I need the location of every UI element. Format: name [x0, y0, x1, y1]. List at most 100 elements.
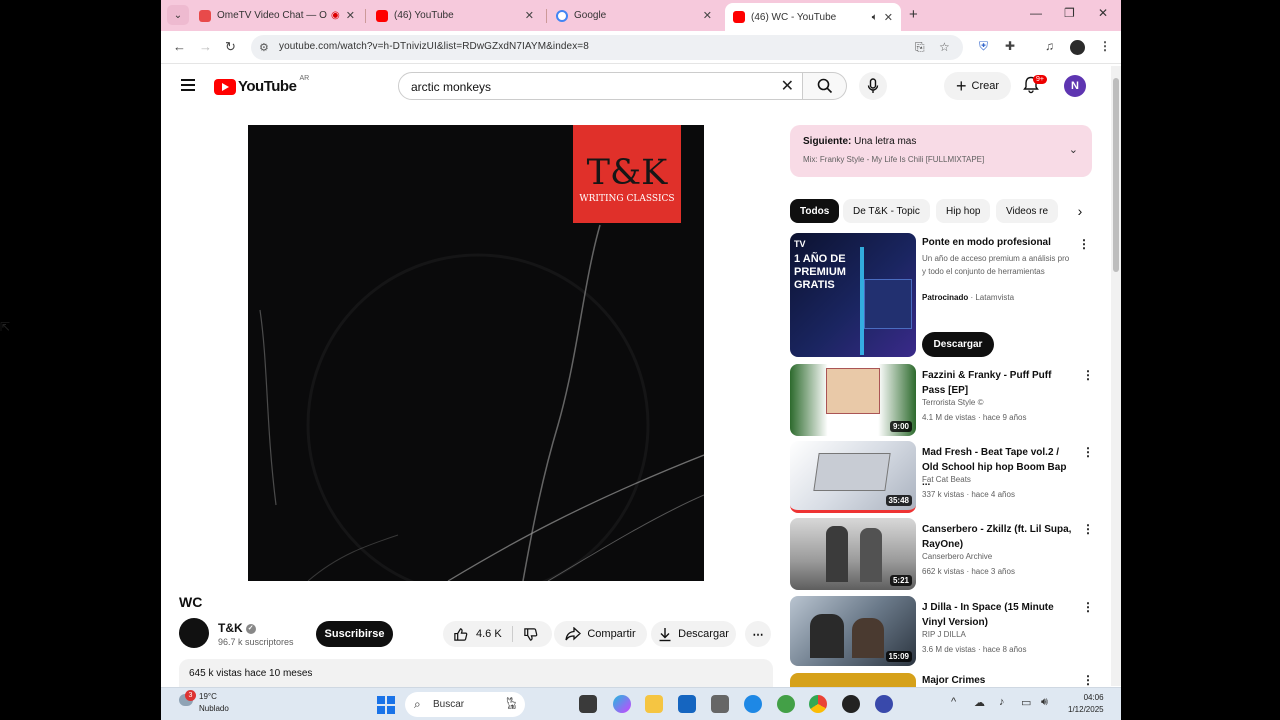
- page-scrollbar[interactable]: [1111, 66, 1121, 686]
- copilot-icon[interactable]: [613, 695, 631, 713]
- site-info-icon[interactable]: ⚙: [259, 41, 269, 54]
- close-icon[interactable]: ✕: [703, 9, 712, 22]
- channel-name[interactable]: T&K: [218, 621, 243, 635]
- bookmark-star-icon[interactable]: ☆: [939, 40, 950, 54]
- share-button[interactable]: Compartir: [554, 621, 647, 647]
- search-button[interactable]: [803, 72, 847, 100]
- sponsored-item[interactable]: TV 1 AÑO DE PREMIUM GRATIS Ponte en modo…: [790, 233, 1090, 361]
- new-tab-button[interactable]: +: [909, 6, 918, 23]
- channel-name-row[interactable]: T&K ✓: [218, 621, 256, 635]
- video-thumbnail[interactable]: 9:00: [790, 364, 916, 436]
- chip-topic[interactable]: De T&K - Topic: [843, 199, 930, 223]
- channel-name[interactable]: Canserbero Archive: [922, 552, 992, 561]
- download-button[interactable]: Descargar: [651, 621, 736, 647]
- video-title[interactable]: Major Crimes: [922, 673, 1072, 687]
- tab-wc-youtube[interactable]: (46) WC - YouTube 🔈︎ ✕: [725, 3, 901, 31]
- list-item[interactable]: 15:09 J Dilla - In Space (15 Minute Viny…: [790, 596, 1094, 668]
- create-button[interactable]: + Crear: [944, 72, 1011, 100]
- profile-avatar[interactable]: [1070, 40, 1085, 55]
- taskbar-search[interactable]: ⌕ Buscar 🦌︎: [405, 692, 525, 717]
- channel-avatar[interactable]: [179, 618, 209, 648]
- search-query[interactable]: arctic monkeys: [411, 80, 491, 94]
- browser-menu-icon[interactable]: ⋮: [1099, 39, 1111, 53]
- system-clock[interactable]: 04:06 1/12/2025: [1068, 692, 1104, 716]
- scrollbar-thumb[interactable]: [1113, 78, 1119, 272]
- list-item[interactable]: 35:48 Mad Fresh - Beat Tape vol.2 / Old …: [790, 441, 1094, 513]
- volume-icon[interactable]: 🔊︎: [1041, 696, 1048, 709]
- task-view-icon[interactable]: [579, 695, 597, 713]
- tab-google[interactable]: Google ✕: [548, 4, 720, 27]
- ad-thumbnail[interactable]: TV 1 AÑO DE PREMIUM GRATIS: [790, 233, 916, 357]
- video-title[interactable]: J Dilla - In Space (15 Minute Vinyl Vers…: [922, 600, 1072, 630]
- ad-title[interactable]: Ponte en modo profesional: [922, 235, 1072, 250]
- edge-icon[interactable]: [744, 695, 762, 713]
- chip-videos[interactable]: Videos re: [996, 199, 1059, 223]
- extensions-puzzle-icon[interactable]: ✚: [1005, 39, 1015, 53]
- video-thumbnail[interactable]: 15:09: [790, 596, 916, 666]
- windows-start-icon[interactable]: [377, 696, 395, 714]
- tab-youtube[interactable]: (46) YouTube ✕: [368, 4, 542, 27]
- video-thumbnail[interactable]: [790, 673, 916, 687]
- back-icon[interactable]: ←: [173, 39, 186, 54]
- more-vertical-icon[interactable]: ⋮: [1078, 237, 1090, 251]
- extension-shield-icon[interactable]: ⛨: [979, 39, 988, 54]
- youtube-logo[interactable]: YouTube AR: [214, 75, 309, 95]
- tab-ometv[interactable]: OmeTV Video Chat — Omegle ◉ ✕: [191, 4, 363, 27]
- channel-name[interactable]: Terrorista Style ©: [922, 398, 983, 407]
- channel-name[interactable]: RIP J DILLA: [922, 630, 966, 639]
- more-vertical-icon[interactable]: ⋮: [1082, 368, 1094, 382]
- dislike-button[interactable]: [513, 627, 548, 642]
- channel-name[interactable]: Fat Cat Beats: [922, 475, 971, 484]
- voice-search-button[interactable]: [859, 72, 887, 100]
- chip-todos[interactable]: Todos: [790, 199, 840, 223]
- more-vertical-icon[interactable]: ⋮: [1082, 673, 1090, 687]
- app-icon[interactable]: [842, 695, 860, 713]
- more-actions-button[interactable]: ⋯: [745, 621, 771, 647]
- video-thumbnail[interactable]: 35:48: [790, 441, 916, 513]
- media-control-icon[interactable]: ♫: [1045, 39, 1054, 53]
- cloud-sync-icon[interactable]: ☁: [974, 696, 985, 709]
- list-item[interactable]: Major Crimes ⋮: [790, 673, 1090, 687]
- ad-download-button[interactable]: Descargar: [922, 332, 994, 357]
- close-window-button[interactable]: ✕: [1098, 6, 1108, 20]
- app-icon[interactable]: [777, 695, 795, 713]
- app-icon[interactable]: [711, 695, 729, 713]
- store-icon[interactable]: [678, 695, 696, 713]
- more-vertical-icon[interactable]: ⋮: [1082, 445, 1094, 459]
- chip-hip-hop[interactable]: Hip hop: [936, 199, 991, 223]
- more-vertical-icon[interactable]: ⋮: [1082, 600, 1094, 614]
- install-app-icon[interactable]: ⎘: [915, 40, 925, 55]
- reload-icon[interactable]: ↻: [225, 39, 236, 55]
- microphone-icon[interactable]: ♪: [999, 696, 1005, 708]
- url-text[interactable]: youtube.com/watch?v=h-DTnivizUI&list=RDw…: [279, 41, 589, 52]
- playlist-up-next[interactable]: Siguiente: Una letra mas Mix: Franky Sty…: [790, 125, 1092, 177]
- chevron-right-icon[interactable]: ›: [1068, 199, 1092, 223]
- close-icon[interactable]: ✕: [525, 9, 534, 22]
- user-avatar[interactable]: N: [1064, 75, 1086, 97]
- forward-icon[interactable]: →: [199, 39, 212, 54]
- like-button[interactable]: 4.6 K: [443, 626, 513, 642]
- maximize-button[interactable]: ❐: [1064, 6, 1075, 20]
- more-vertical-icon[interactable]: ⋮: [1082, 522, 1094, 536]
- app-icon[interactable]: [875, 695, 893, 713]
- subscribe-button[interactable]: Suscribirse: [316, 621, 393, 647]
- close-icon[interactable]: ✕: [884, 11, 893, 24]
- search-input[interactable]: arctic monkeys ✕: [398, 72, 803, 100]
- video-title[interactable]: Canserbero - Zkillz (ft. Lil Supa, RayOn…: [922, 522, 1072, 552]
- file-explorer-icon[interactable]: [645, 695, 663, 713]
- close-icon[interactable]: ✕: [346, 9, 355, 22]
- chrome-icon[interactable]: [809, 695, 827, 713]
- video-thumbnail[interactable]: 5:21: [790, 518, 916, 590]
- address-bar[interactable]: ⚙ youtube.com/watch?v=h-DTnivizUI&list=R…: [251, 35, 963, 60]
- list-item[interactable]: 9:00 Fazzini & Franky - Puff Puff Pass […: [790, 364, 1094, 436]
- chevron-up-icon[interactable]: ^: [951, 696, 956, 708]
- clear-search-icon[interactable]: ✕: [781, 76, 794, 96]
- video-player[interactable]: T&K WRITING CLASSICS: [248, 125, 704, 581]
- tab-search-button[interactable]: ⌄: [167, 5, 189, 25]
- hamburger-menu-icon[interactable]: [181, 79, 195, 94]
- chevron-down-icon[interactable]: ⌄: [1069, 143, 1078, 156]
- list-item[interactable]: 5:21 Canserbero - Zkillz (ft. Lil Supa, …: [790, 518, 1094, 590]
- network-icon[interactable]: ▭: [1021, 696, 1031, 709]
- speaker-icon[interactable]: 🔈︎: [872, 12, 878, 23]
- video-title[interactable]: Fazzini & Franky - Puff Puff Pass [EP]: [922, 368, 1072, 398]
